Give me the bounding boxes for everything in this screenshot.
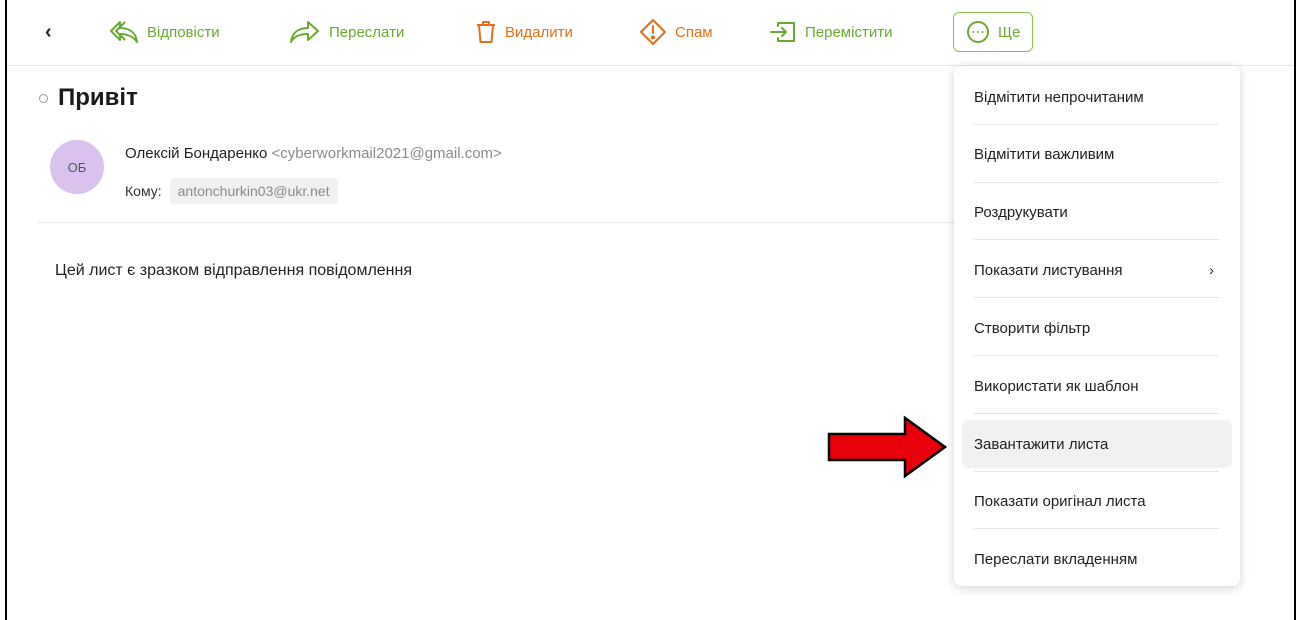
- chevron-right-icon: ›: [1209, 262, 1214, 279]
- delete-label: Видалити: [505, 23, 573, 41]
- menu-item-forward-as-attachment[interactable]: Переслати вкладенням: [962, 535, 1232, 583]
- move-button[interactable]: Перемістити: [769, 14, 892, 50]
- more-icon: [967, 21, 989, 43]
- move-label: Перемістити: [805, 23, 893, 41]
- menu-divider: [974, 355, 1219, 356]
- menu-divider: [974, 413, 1219, 414]
- trash-icon: [477, 21, 495, 43]
- menu-item-label: Використати як шаблон: [974, 377, 1139, 395]
- avatar-initials: ОБ: [67, 159, 87, 175]
- recipient-line: Кому: antonchurkin03@ukr.net: [125, 178, 338, 204]
- menu-item-label: Показати листування: [974, 261, 1123, 279]
- more-button[interactable]: Ще: [953, 12, 1034, 52]
- menu-divider: [974, 182, 1219, 183]
- menu-item-mark-important[interactable]: Відмітити важливим: [962, 130, 1232, 178]
- menu-divider: [974, 471, 1219, 472]
- warning-icon: [640, 19, 666, 45]
- menu-item-label: Переслати вкладенням: [974, 550, 1138, 568]
- message-body: Цей лист є зразком відправлення повідомл…: [55, 262, 413, 279]
- sender-email[interactable]: <cyberworkmail2021@gmail.com>: [271, 145, 501, 162]
- menu-divider: [974, 124, 1219, 125]
- forward-icon: [290, 21, 319, 43]
- avatar: ОБ: [50, 140, 104, 194]
- spam-label: Спам: [675, 23, 713, 41]
- reply-label: Відповісти: [147, 23, 220, 41]
- subject-title: Привіт: [58, 84, 138, 111]
- chevron-left-icon: ‹: [45, 20, 52, 43]
- menu-item-show-original[interactable]: Показати оригінал листа: [962, 477, 1232, 525]
- more-label: Ще: [998, 23, 1021, 41]
- reply-icon: [110, 21, 138, 43]
- sender-name[interactable]: Олексій Бондаренко: [125, 145, 267, 162]
- header-divider: [37, 222, 967, 223]
- message-subject: Привіт: [39, 84, 138, 112]
- red-arrow-annotation-icon: [827, 415, 948, 479]
- menu-divider: [974, 528, 1219, 529]
- delete-button[interactable]: Видалити: [475, 14, 573, 50]
- forward-label: Переслати: [329, 23, 405, 41]
- menu-item-label: Показати оригінал листа: [974, 492, 1146, 510]
- menu-divider: [974, 239, 1219, 240]
- to-label: Кому:: [125, 183, 162, 199]
- unread-dot-icon[interactable]: [39, 93, 48, 103]
- menu-item-show-thread[interactable]: Показати листування ›: [962, 246, 1232, 294]
- back-button[interactable]: ‹: [45, 14, 52, 50]
- sender-line: Олексій Бондаренко <cyberworkmail2021@gm…: [125, 145, 502, 162]
- menu-item-use-as-template[interactable]: Використати як шаблон: [962, 362, 1232, 410]
- spam-button[interactable]: Спам: [639, 14, 713, 50]
- menu-item-mark-unread[interactable]: Відмітити непрочитаним: [962, 73, 1232, 121]
- forward-button[interactable]: Переслати: [289, 14, 404, 50]
- menu-item-download-message[interactable]: Завантажити листа: [962, 420, 1232, 468]
- menu-item-label: Відмітити непрочитаним: [974, 88, 1144, 106]
- reply-button[interactable]: Відповісти: [109, 14, 220, 50]
- mail-view: ‹ Відповісти Переслати Видалити Спам Пер…: [5, 0, 1296, 620]
- menu-item-label: Роздрукувати: [974, 203, 1068, 221]
- menu-divider: [974, 297, 1219, 298]
- menu-item-label: Відмітити важливим: [974, 145, 1115, 163]
- menu-item-label: Створити фільтр: [974, 319, 1091, 337]
- more-dropdown-menu: Відмітити непрочитаним Відмітити важливи…: [954, 66, 1240, 586]
- move-icon: [770, 22, 795, 42]
- message-toolbar: ‹ Відповісти Переслати Видалити Спам Пер…: [7, 6, 1294, 66]
- menu-item-print[interactable]: Роздрукувати: [962, 188, 1232, 236]
- menu-item-create-filter[interactable]: Створити фільтр: [962, 304, 1232, 352]
- menu-item-label: Завантажити листа: [974, 435, 1109, 453]
- recipient-chip[interactable]: antonchurkin03@ukr.net: [169, 178, 338, 204]
